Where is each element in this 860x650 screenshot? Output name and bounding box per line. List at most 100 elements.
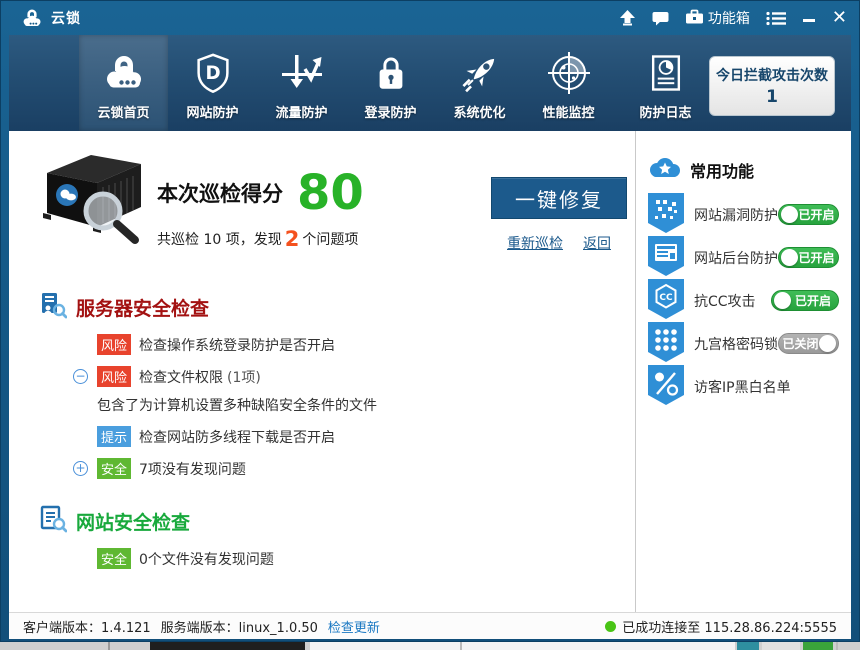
toolbox-label: 功能箱: [708, 8, 750, 28]
tip-badge: 提示: [97, 426, 131, 447]
rescan-link[interactable]: 重新巡检: [507, 233, 563, 253]
nav-tab-website-protection[interactable]: D 网站防护: [168, 35, 257, 131]
summary-suffix: 个问题项: [302, 229, 358, 249]
cc-shield-icon: CC: [648, 279, 684, 323]
app-logo-lock-icon: [21, 8, 43, 28]
site-check-title: 网站安全检查: [76, 508, 190, 535]
svg-text:CC: CC: [659, 293, 673, 303]
server-check-title: 服务器安全检查: [76, 294, 209, 321]
expand-icon[interactable]: +: [73, 461, 88, 476]
risk-badge: 风险: [97, 366, 131, 387]
nav-tab-system-optimize[interactable]: 系统优化: [435, 35, 524, 131]
server-version: 服务端版本：linux_1.0.50: [161, 617, 318, 636]
app-title: 云锁: [51, 8, 81, 28]
minimize-button[interactable]: [802, 11, 816, 25]
nav-label-login-protection: 登录防护: [364, 102, 416, 121]
check-item-text: 检查操作系统登录防护是否开启: [139, 335, 335, 355]
log-document-icon: [644, 47, 688, 99]
one-click-fix-button[interactable]: 一键修复: [491, 177, 627, 219]
connection-status-dot: [605, 621, 616, 632]
nav-label-website-protection: 网站防护: [186, 102, 238, 121]
toolbox-button[interactable]: 功能箱: [685, 8, 750, 28]
check-update-link[interactable]: 检查更新: [328, 617, 380, 636]
nav-tab-performance-monitor[interactable]: 性能监控: [524, 35, 613, 131]
content-area: 本次巡检得分 80 共巡检 10 项，发现 2 个问题项 一键修复 重新巡检 返…: [9, 131, 851, 639]
shield-d-icon: D: [190, 47, 236, 99]
toggle-website-backend-protection[interactable]: 已开启: [778, 247, 839, 268]
check-item-os-login: 风险 检查操作系统登录防护是否开启: [97, 334, 635, 355]
check-item-text: 0个文件没有发现问题: [139, 549, 274, 569]
toggle-knob: [819, 335, 836, 352]
svg-text:D: D: [205, 63, 220, 84]
scan-summary: 本次巡检得分 80 共巡检 10 项，发现 2 个问题项 一键修复 重新巡检 返…: [9, 145, 635, 265]
main-panel: 本次巡检得分 80 共巡检 10 项，发现 2 个问题项 一键修复 重新巡检 返…: [9, 131, 635, 612]
traffic-arrows-icon: [278, 47, 326, 99]
attack-counter-label: 今日拦截攻击次数: [716, 65, 828, 85]
check-item-count: (1项): [227, 367, 261, 387]
feature-label: 网站后台防护: [694, 248, 778, 268]
feature-pattern-lock[interactable]: 九宫格密码锁 已关闭: [648, 322, 851, 365]
toolbox-icon: [685, 9, 704, 28]
feature-website-vuln-protection[interactable]: 网站漏洞防护 已开启: [648, 193, 851, 236]
check-item-text: 检查网站防多线程下载是否开启: [139, 427, 335, 447]
percent-shield-icon: [648, 365, 684, 409]
nav-tab-protection-log[interactable]: 防护日志: [621, 35, 710, 131]
nav-label-performance-monitor: 性能监控: [542, 102, 594, 121]
fix-actions: 一键修复 重新巡检 返回: [479, 177, 635, 253]
padlock-icon: [370, 47, 412, 99]
nav-label-traffic-protection: 流量防护: [275, 102, 327, 121]
check-item-text: 7项没有发现问题: [139, 459, 246, 479]
site-check-icon: [39, 505, 67, 537]
nav-label-home: 云锁首页: [97, 102, 149, 121]
toggle-website-vuln-protection[interactable]: 已开启: [778, 204, 839, 225]
score-block: 本次巡检得分 80 共巡检 10 项，发现 2 个问题项: [157, 169, 364, 251]
feature-label: 抗CC攻击: [694, 291, 756, 311]
main-navigation: 云锁首页 D 网站防护 流量防护: [9, 35, 851, 131]
site-check-section: 网站安全检查 安全 0个文件没有发现问题: [39, 505, 635, 569]
nav-tab-home[interactable]: 云锁首页: [79, 35, 168, 131]
toggle-knob: [774, 292, 791, 309]
nav-tab-login-protection[interactable]: 登录防护: [346, 35, 435, 131]
rocket-icon: [456, 47, 504, 99]
feature-label: 访客IP黑白名单: [694, 377, 791, 397]
feature-website-backend-protection[interactable]: 网站后台防护 已开启: [648, 236, 851, 279]
toggle-knob: [781, 206, 798, 223]
toggle-anti-cc-attack[interactable]: 已开启: [771, 290, 839, 311]
summary-prefix: 共巡检 10 项，发现: [157, 229, 282, 249]
radar-icon: [545, 47, 593, 99]
attack-counter-value: 1: [766, 87, 778, 107]
backend-shield-icon: [648, 236, 684, 280]
nav-label-system-optimize: 系统优化: [453, 102, 505, 121]
safe-badge: 安全: [97, 548, 131, 569]
cloud-lock-icon: [100, 47, 148, 99]
safe-badge: 安全: [97, 458, 131, 479]
status-bar: 客户端版本：1.4.121 服务端版本：linux_1.0.50 检查更新 已成…: [9, 612, 851, 639]
check-item-safe-group: + 安全 7项没有发现问题: [97, 458, 635, 479]
upgrade-arrow-icon[interactable]: [619, 10, 636, 26]
vuln-shield-icon: [648, 193, 684, 237]
cloud-star-icon: [648, 157, 682, 183]
score-value: 80: [297, 169, 364, 217]
collapse-icon[interactable]: −: [73, 369, 88, 384]
back-link[interactable]: 返回: [583, 233, 611, 253]
risk-badge: 风险: [97, 334, 131, 355]
nav-tab-traffic-protection[interactable]: 流量防护: [257, 35, 346, 131]
connection-status-text: 已成功连接至 115.28.86.224:5555: [622, 617, 837, 636]
client-version: 客户端版本：1.4.121: [23, 617, 151, 636]
attack-counter-card: 今日拦截攻击次数 1: [709, 56, 835, 116]
check-item-text: 检查文件权限: [139, 367, 223, 387]
feedback-chat-icon[interactable]: [652, 11, 669, 26]
feature-anti-cc-attack[interactable]: CC 抗CC攻击 已开启: [648, 279, 851, 322]
feature-ip-blackwhite-list[interactable]: 访客IP黑白名单: [648, 365, 851, 408]
toggle-pattern-lock[interactable]: 已关闭: [778, 333, 839, 354]
nav-label-protection-log: 防护日志: [639, 102, 691, 121]
check-item-site-safe: 安全 0个文件没有发现问题: [97, 548, 635, 569]
close-button[interactable]: ✕: [832, 11, 847, 25]
feature-label: 九宫格密码锁: [694, 334, 778, 354]
feature-label: 网站漏洞防护: [694, 205, 778, 225]
score-label: 本次巡检得分: [157, 178, 283, 208]
menu-list-icon[interactable]: [766, 11, 786, 26]
background-window-sliver: [0, 641, 860, 650]
check-item-note: 包含了为计算机设置多种缺陷安全条件的文件: [97, 395, 635, 415]
server-scan-illustration: [27, 147, 155, 251]
